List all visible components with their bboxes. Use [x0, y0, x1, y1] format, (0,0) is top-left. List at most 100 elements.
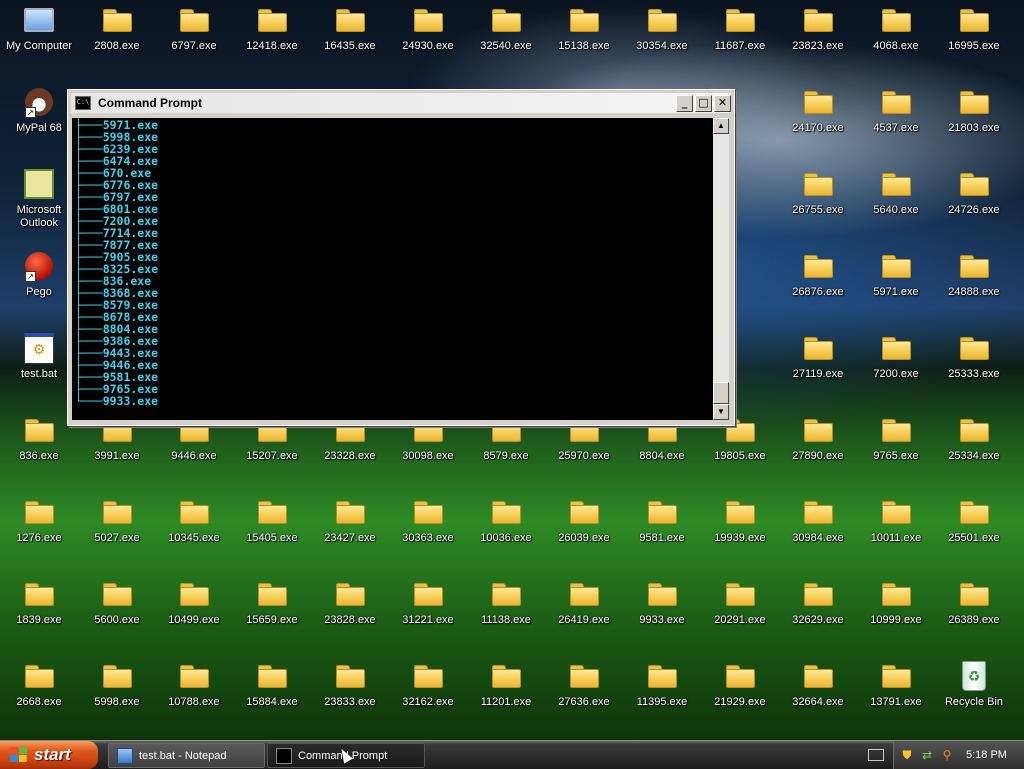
desktop-icon-label: 5600.exe — [94, 614, 140, 626]
desktop-icon[interactable]: 25501.exe — [935, 492, 1013, 570]
desktop-icon[interactable]: 10788.exe — [155, 656, 233, 734]
desktop-icon[interactable]: 13791.exe — [857, 656, 935, 734]
desktop-icon[interactable]: 5600.exe — [78, 574, 156, 652]
desktop-icon[interactable]: 11138.exe — [467, 574, 545, 652]
desktop-icon[interactable]: 2808.exe — [78, 0, 156, 78]
desktop-icon[interactable]: 27890.exe — [779, 410, 857, 488]
desktop-icon[interactable]: 19939.exe — [701, 492, 779, 570]
desktop-icon[interactable]: 4537.exe — [857, 82, 935, 160]
window-titlebar[interactable]: C:\ Command Prompt _ □ ✕ — [71, 93, 731, 113]
desktop-icon[interactable]: 23828.exe — [311, 574, 389, 652]
desktop-icon[interactable]: 24726.exe — [935, 164, 1013, 242]
desktop-icon[interactable]: 23427.exe — [311, 492, 389, 570]
desktop-icon[interactable]: 20291.exe — [701, 574, 779, 652]
desktop-icon[interactable]: 26755.exe — [779, 164, 857, 242]
desktop-icon[interactable]: 5998.exe — [78, 656, 156, 734]
desktop-icon-label: Recycle Bin — [944, 696, 1004, 708]
desktop-icon-label: 23828.exe — [324, 614, 376, 626]
console-line: └───9933.exe — [75, 394, 159, 408]
network-icon[interactable]: ⇄ — [920, 748, 934, 762]
start-button[interactable]: start — [0, 741, 98, 769]
folder-icon — [802, 660, 834, 692]
desktop-icon[interactable]: 27636.exe — [545, 656, 623, 734]
desktop-icon[interactable]: 10999.exe — [857, 574, 935, 652]
folder-icon — [880, 250, 912, 282]
desktop-icon-label: 32629.exe — [792, 614, 844, 626]
desktop-icon[interactable]: 24888.exe — [935, 246, 1013, 324]
recycle-bin-icon: ♻ — [958, 660, 990, 692]
desktop-icon[interactable]: 16435.exe — [311, 0, 389, 78]
desktop-icon[interactable]: 30354.exe — [623, 0, 701, 78]
keyboard-icon[interactable] — [868, 749, 884, 761]
desktop-icon[interactable]: 5640.exe — [857, 164, 935, 242]
desktop-icon[interactable]: 5027.exe — [78, 492, 156, 570]
desktop-icon[interactable]: 5971.exe — [857, 246, 935, 324]
maximize-button[interactable]: □ — [695, 95, 712, 112]
desktop-icon[interactable]: 25334.exe — [935, 410, 1013, 488]
desktop-icon[interactable]: 10011.exe — [857, 492, 935, 570]
desktop-icon-label: 10011.exe — [870, 532, 922, 544]
command-prompt-window[interactable]: C:\ Command Prompt _ □ ✕ ├───5971.exe ├─… — [67, 89, 735, 426]
desktop-icon[interactable]: 24930.exe — [389, 0, 467, 78]
desktop-icon-label: 9446.exe — [171, 450, 217, 462]
desktop-icon[interactable]: 15884.exe — [233, 656, 311, 734]
desktop-icon[interactable]: 10036.exe — [467, 492, 545, 570]
vertical-scrollbar[interactable]: ▲ ▼ — [713, 118, 729, 420]
folder-icon — [880, 496, 912, 528]
desktop-icon[interactable]: 1839.exe — [0, 574, 78, 652]
desktop-icon-label: 23328.exe — [324, 450, 376, 462]
console-output[interactable]: ├───5971.exe ├───5998.exe ├───6239.exe ├… — [72, 118, 713, 420]
desktop-icon[interactable]: 9581.exe — [623, 492, 701, 570]
desktop-icon[interactable]: ♻ Recycle Bin — [935, 656, 1013, 734]
close-button[interactable]: ✕ — [714, 95, 731, 112]
desktop-icon[interactable]: 23833.exe — [311, 656, 389, 734]
shield-icon[interactable]: ⛊ — [900, 748, 914, 762]
desktop-icon[interactable]: 32540.exe — [467, 0, 545, 78]
desktop-icon[interactable]: 15138.exe — [545, 0, 623, 78]
desktop-icon[interactable]: 27119.exe — [779, 328, 857, 406]
desktop-icon[interactable]: 11395.exe — [623, 656, 701, 734]
desktop-icon-label: 836.exe — [19, 450, 59, 462]
desktop-icon[interactable]: 32664.exe — [779, 656, 857, 734]
desktop-icon[interactable]: 15405.exe — [233, 492, 311, 570]
desktop-icon[interactable]: 10499.exe — [155, 574, 233, 652]
desktop-icon[interactable]: 4068.exe — [857, 0, 935, 78]
desktop-icon[interactable]: 21803.exe — [935, 82, 1013, 160]
desktop-icon[interactable]: 7200.exe — [857, 328, 935, 406]
desktop-icon[interactable]: 24170.exe — [779, 82, 857, 160]
taskbar-item-notepad[interactable]: test.bat - Notepad — [108, 743, 265, 768]
desktop-icon[interactable]: 26419.exe — [545, 574, 623, 652]
desktop-icon[interactable]: 6797.exe — [155, 0, 233, 78]
desktop-icon[interactable]: 32629.exe — [779, 574, 857, 652]
desktop-icon[interactable]: 9765.exe — [857, 410, 935, 488]
scroll-up-arrow-icon[interactable]: ▲ — [713, 118, 729, 134]
desktop-icon[interactable]: 26389.exe — [935, 574, 1013, 652]
desktop-icon[interactable]: My Computer — [0, 0, 78, 78]
minimize-button[interactable]: _ — [676, 95, 693, 112]
desktop-icon[interactable]: 15659.exe — [233, 574, 311, 652]
desktop-icon[interactable]: 30984.exe — [779, 492, 857, 570]
search-icon[interactable]: ⚲ — [940, 748, 954, 762]
desktop-icon[interactable]: 2668.exe — [0, 656, 78, 734]
desktop-icon[interactable]: 11687.exe — [701, 0, 779, 78]
desktop-icon-label: 15884.exe — [246, 696, 298, 708]
desktop-icon[interactable]: 26876.exe — [779, 246, 857, 324]
desktop-icon[interactable]: 11201.exe — [467, 656, 545, 734]
desktop-icon[interactable]: 21929.exe — [701, 656, 779, 734]
desktop-icon[interactable]: 32162.exe — [389, 656, 467, 734]
desktop-icon[interactable]: 12418.exe — [233, 0, 311, 78]
desktop-icon[interactable]: 30363.exe — [389, 492, 467, 570]
desktop-icon[interactable]: 23823.exe — [779, 0, 857, 78]
desktop-icon[interactable]: 25333.exe — [935, 328, 1013, 406]
folder-icon — [23, 660, 55, 692]
scroll-down-arrow-icon[interactable]: ▼ — [713, 404, 729, 420]
desktop-icon[interactable]: 26039.exe — [545, 492, 623, 570]
scroll-thumb[interactable] — [713, 382, 729, 404]
desktop-icon[interactable]: 10345.exe — [155, 492, 233, 570]
desktop-icon[interactable]: 9933.exe — [623, 574, 701, 652]
desktop-icon[interactable]: 31221.exe — [389, 574, 467, 652]
desktop-icon-label: 9581.exe — [639, 532, 685, 544]
desktop-icon[interactable]: 1276.exe — [0, 492, 78, 570]
clock[interactable]: 5:18 PM — [966, 749, 1007, 761]
desktop-icon[interactable]: 16995.exe — [935, 0, 1013, 78]
